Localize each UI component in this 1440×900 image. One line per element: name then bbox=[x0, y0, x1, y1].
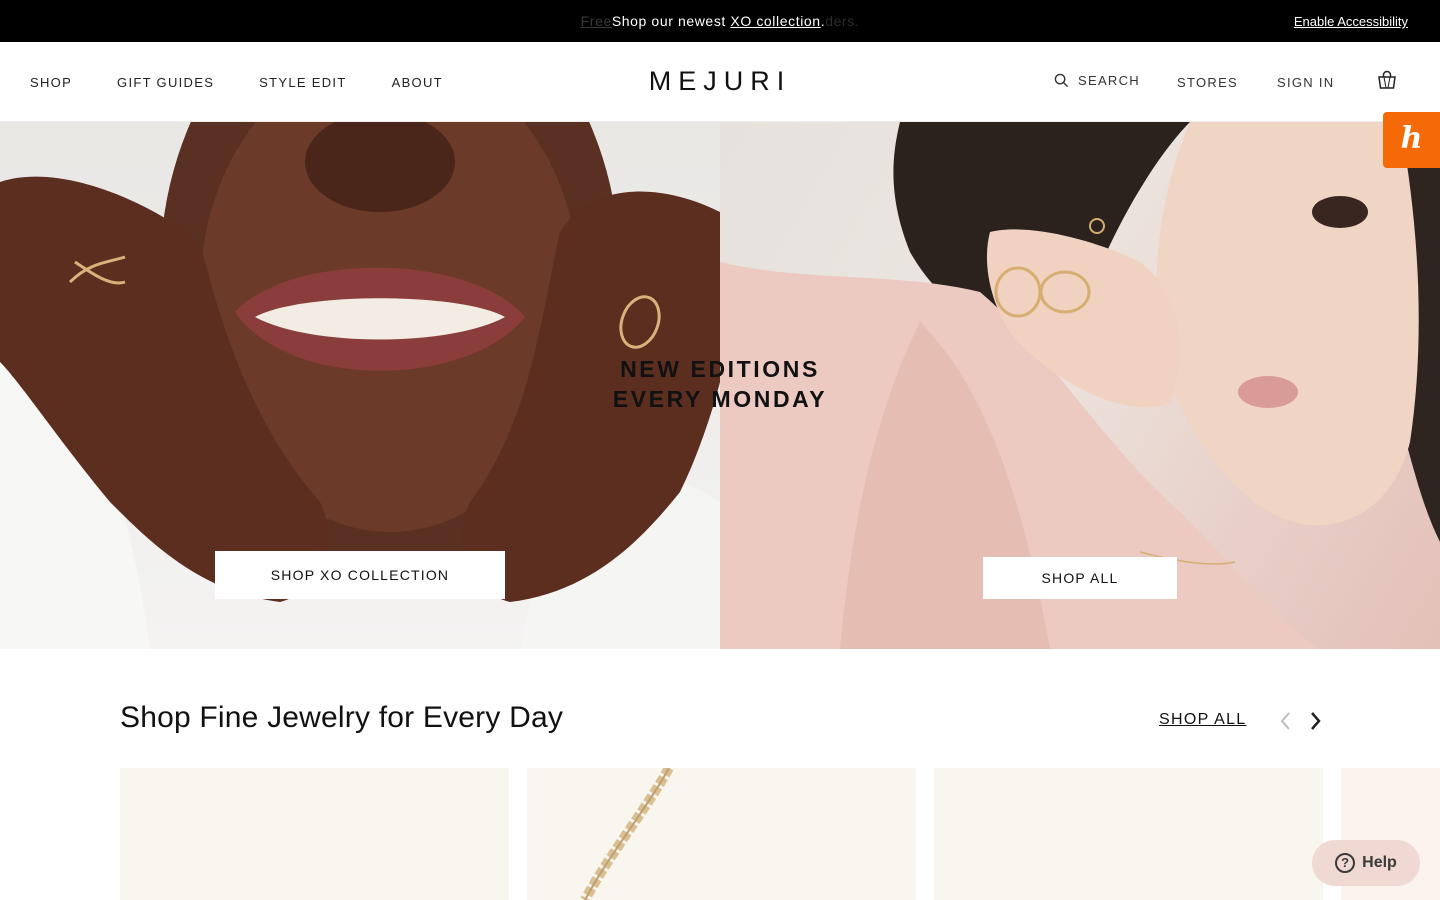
chevron-right-icon[interactable] bbox=[1305, 710, 1325, 732]
announcement-bar: FreeShop our newest XO collection.ders. … bbox=[0, 0, 1440, 42]
shop-all-link[interactable]: SHOP ALL bbox=[1159, 711, 1247, 729]
help-button[interactable]: ? Help bbox=[1312, 840, 1420, 886]
product-card[interactable] bbox=[934, 768, 1323, 900]
honey-extension-icon[interactable]: h bbox=[1383, 112, 1440, 168]
announcement-prefix: Shop our newest bbox=[611, 13, 731, 29]
shop-xo-collection-button[interactable]: SHOP XO COLLECTION bbox=[215, 551, 505, 599]
search-button[interactable]: SEARCH bbox=[1054, 73, 1140, 88]
search-icon bbox=[1054, 73, 1069, 88]
enable-accessibility-link[interactable]: Enable Accessibility bbox=[1294, 14, 1408, 29]
hero-title-line-2: EVERY MONDAY bbox=[612, 386, 828, 412]
help-label: Help bbox=[1362, 854, 1397, 871]
announcement-ghost-text-right: ders. bbox=[825, 13, 860, 29]
product-chain-image bbox=[580, 768, 674, 900]
product-card[interactable] bbox=[120, 768, 509, 900]
site-header: SHOP GIFT GUIDES STYLE EDIT ABOUT MEJURI… bbox=[0, 42, 1440, 122]
product-card[interactable] bbox=[527, 768, 916, 900]
sign-in-link[interactable]: SIGN IN bbox=[1277, 75, 1335, 90]
stores-link[interactable]: STORES bbox=[1177, 75, 1238, 90]
xo-collection-link[interactable]: XO collection bbox=[730, 13, 820, 29]
chevron-left-icon[interactable] bbox=[1276, 710, 1296, 732]
announcement-ghost-text: Free bbox=[580, 13, 612, 29]
hero-title-line-1: NEW EDITIONS bbox=[620, 356, 820, 382]
hero-banner: NEW EDITIONS EVERY MONDAY SHOP XO COLLEC… bbox=[0, 122, 1440, 649]
shopping-bag-icon[interactable] bbox=[1377, 70, 1397, 90]
hero-title: NEW EDITIONS EVERY MONDAY bbox=[0, 354, 1440, 414]
hero-shop-all-button[interactable]: SHOP ALL bbox=[983, 557, 1177, 599]
section-title: Shop Fine Jewelry for Every Day bbox=[120, 701, 564, 734]
question-mark-icon: ? bbox=[1335, 853, 1356, 873]
search-label: SEARCH bbox=[1078, 73, 1140, 88]
announcement-message: FreeShop our newest XO collection.ders. bbox=[0, 13, 1440, 29]
